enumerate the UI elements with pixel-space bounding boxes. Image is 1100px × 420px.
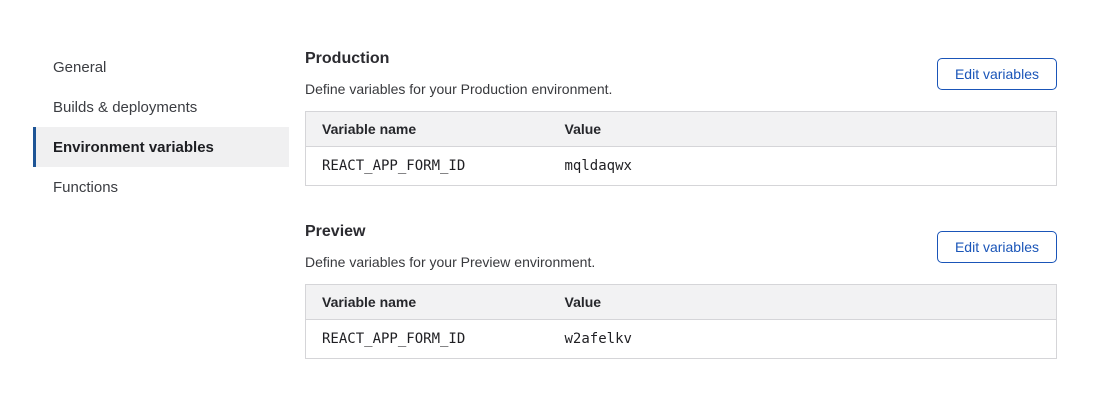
settings-page: General Builds & deployments Environment… (0, 0, 1100, 359)
variable-value-cell: mqldaqwx (549, 147, 1057, 186)
preview-variables-table: Variable name Value REACT_APP_FORM_ID w2… (305, 284, 1057, 359)
production-section-text: Production Define variables for your Pro… (305, 50, 612, 97)
preview-section-header: Preview Define variables for your Previe… (305, 223, 1057, 270)
table-row: REACT_APP_FORM_ID w2afelkv (306, 320, 1057, 359)
table-row: REACT_APP_FORM_ID mqldaqwx (306, 147, 1057, 186)
sidebar-item-label: General (53, 59, 106, 76)
sidebar-item-label: Builds & deployments (53, 99, 197, 116)
environment-variables-panel: Production Define variables for your Pro… (305, 47, 1057, 359)
preview-title: Preview (305, 223, 595, 241)
variable-name-cell: REACT_APP_FORM_ID (306, 320, 549, 359)
preview-edit-variables-button[interactable]: Edit variables (937, 231, 1057, 263)
value-column-header: Value (549, 112, 1057, 147)
sidebar-item-label: Functions (53, 179, 118, 196)
table-header-row: Variable name Value (306, 112, 1057, 147)
value-column-header: Value (549, 285, 1057, 320)
preview-section-text: Preview Define variables for your Previe… (305, 223, 595, 270)
settings-sidebar: General Builds & deployments Environment… (33, 47, 289, 207)
sidebar-item-builds-deployments[interactable]: Builds & deployments (33, 87, 289, 127)
production-variables-table: Variable name Value REACT_APP_FORM_ID mq… (305, 111, 1057, 186)
preview-description: Define variables for your Preview enviro… (305, 254, 595, 270)
production-edit-variables-button[interactable]: Edit variables (937, 58, 1057, 90)
production-section: Production Define variables for your Pro… (305, 50, 1057, 186)
variable-name-column-header: Variable name (306, 285, 549, 320)
production-section-header: Production Define variables for your Pro… (305, 50, 1057, 97)
variable-name-column-header: Variable name (306, 112, 549, 147)
variable-name-cell: REACT_APP_FORM_ID (306, 147, 549, 186)
sidebar-item-label: Environment variables (53, 139, 214, 156)
variable-value-cell: w2afelkv (549, 320, 1057, 359)
sidebar-item-functions[interactable]: Functions (33, 167, 289, 207)
preview-section: Preview Define variables for your Previe… (305, 223, 1057, 359)
sidebar-item-environment-variables[interactable]: Environment variables (33, 127, 289, 167)
production-title: Production (305, 50, 612, 68)
sidebar-item-general[interactable]: General (33, 47, 289, 87)
table-header-row: Variable name Value (306, 285, 1057, 320)
production-description: Define variables for your Production env… (305, 81, 612, 97)
